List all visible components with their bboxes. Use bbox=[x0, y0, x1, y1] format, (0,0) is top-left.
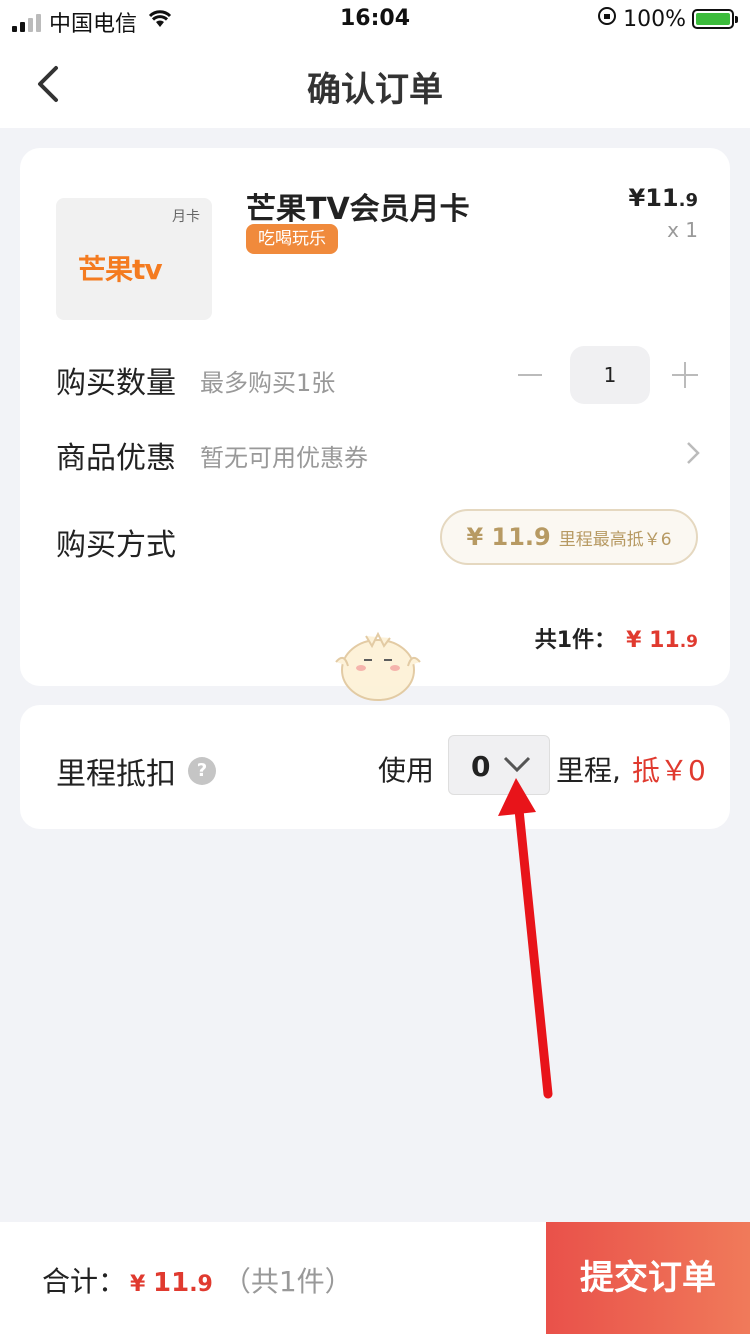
product-price: ¥11.9 bbox=[629, 184, 698, 212]
product-quantity: x 1 bbox=[667, 218, 698, 242]
nav-bar: 确认订单 bbox=[0, 40, 750, 128]
price-symbol: ¥ bbox=[628, 184, 646, 212]
submit-order-button[interactable]: 提交订单 bbox=[546, 1222, 750, 1334]
mascot-icon bbox=[335, 631, 421, 701]
product-name: 芒果TV会员月卡 bbox=[246, 192, 470, 227]
mileage-select-value: 0 bbox=[471, 750, 491, 783]
status-right: 100% bbox=[597, 6, 738, 32]
pay-mileage-hint: 里程最高抵￥6 bbox=[558, 529, 672, 550]
pay-price: ¥ 11.9 bbox=[466, 523, 551, 551]
brand-logo: 芒果tv bbox=[78, 253, 163, 286]
annotation-arrow-icon bbox=[498, 778, 553, 1099]
subtotal-row: 共1件： ¥ 11.9 bbox=[535, 622, 698, 654]
pay-method-option[interactable]: ¥ 11.9 里程最高抵￥6 bbox=[440, 509, 698, 565]
price-int: 11 bbox=[645, 184, 679, 212]
decrement-button[interactable] bbox=[518, 374, 542, 376]
battery-percent: 100% bbox=[623, 6, 686, 32]
total-amount: ¥ 11.9 bbox=[130, 1268, 213, 1298]
status-bar: 中国电信 16:04 100% bbox=[0, 0, 750, 40]
rotation-lock-icon bbox=[597, 6, 617, 32]
total-symbol: ¥ bbox=[130, 1272, 146, 1297]
category-badge: 吃喝玩乐 bbox=[246, 224, 338, 254]
mileage-use-label: 使用 bbox=[378, 754, 435, 787]
purchase-qty-label: 购买数量 bbox=[56, 366, 176, 401]
page-title: 确认订单 bbox=[307, 70, 443, 110]
product-thumbnail: 月卡 芒果tv bbox=[56, 198, 212, 320]
help-icon[interactable]: ? bbox=[188, 757, 216, 785]
subtotal-int: 11 bbox=[649, 628, 680, 653]
coupon-label: 商品优惠 bbox=[56, 441, 176, 476]
increment-button[interactable] bbox=[672, 362, 698, 388]
coupon-hint[interactable]: 暂无可用优惠券 bbox=[200, 438, 368, 473]
total-count: （共1件） bbox=[222, 1265, 353, 1298]
mileage-deduct: 抵￥0 bbox=[632, 754, 706, 787]
mileage-label: 里程抵扣 bbox=[56, 757, 176, 792]
total-dec: .9 bbox=[189, 1272, 213, 1297]
total-label: 合计： bbox=[42, 1265, 127, 1298]
order-card: 月卡 芒果tv 芒果TV会员月卡 吃喝玩乐 ¥11.9 x 1 购买数量 最多购… bbox=[20, 148, 730, 701]
quantity-input[interactable]: 1 bbox=[570, 346, 650, 404]
purchase-qty-hint: 最多购买1张 bbox=[200, 369, 336, 397]
total-int: 11 bbox=[153, 1268, 190, 1298]
subtotal-symbol: ¥ bbox=[626, 628, 642, 653]
mileage-card: 里程抵扣 ? 使用 0 里程, 抵￥0 bbox=[20, 705, 730, 829]
subtotal-amount: ¥ 11.9 bbox=[626, 628, 698, 653]
subtotal-label: 共1件： bbox=[534, 628, 617, 653]
bottom-bar: 合计： ¥ 11.9 （共1件） 提交订单 bbox=[0, 1222, 750, 1334]
battery-icon bbox=[692, 9, 738, 29]
thumbnail-tag: 月卡 bbox=[172, 209, 200, 225]
pay-method-label: 购买方式 bbox=[56, 528, 176, 563]
price-dec: .9 bbox=[678, 190, 698, 211]
chevron-right-icon[interactable] bbox=[684, 440, 702, 466]
order-total: 合计： ¥ 11.9 （共1件） bbox=[42, 1260, 353, 1300]
subtotal-dec: .9 bbox=[679, 632, 698, 652]
